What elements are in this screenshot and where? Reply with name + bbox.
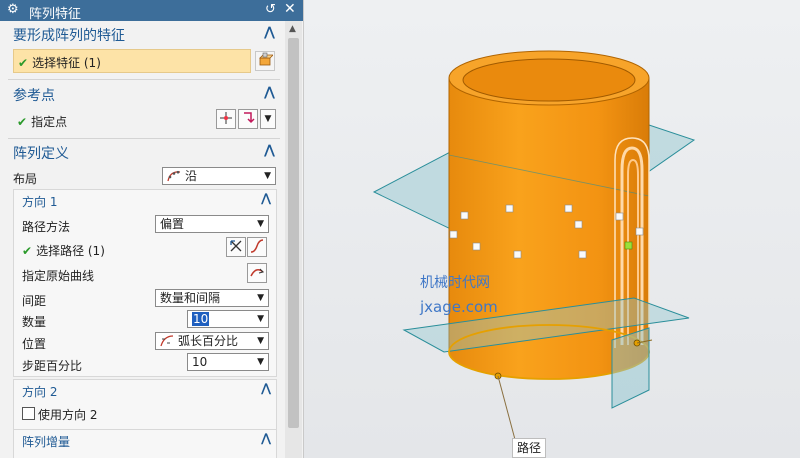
check-icon: ✔ [17, 115, 28, 129]
along-layout-icon [167, 170, 181, 182]
count-input[interactable]: 10 ▼ [187, 310, 269, 328]
collapse-increment-icon[interactable]: ⋀ [261, 431, 271, 445]
close-icon[interactable]: ✕ [284, 1, 296, 17]
select-path-label: 选择路径 (1) [36, 244, 105, 258]
pattern-feature-dialog: ⚙ 阵列特征 ↺ ✕ 要形成阵列的特征 ⋀ ✔ 选择特征 (1) 参考点 ⋀ ✔ 指… [0, 0, 304, 458]
chevron-down-icon: ▼ [257, 293, 264, 303]
position-value: 弧长百分比 [178, 334, 239, 348]
step-percent-input[interactable]: 10 ▼ [187, 353, 269, 371]
inferred-point-button[interactable] [238, 109, 258, 129]
reverse-direction-icon [230, 240, 242, 252]
instance-marker [635, 227, 644, 236]
chevron-down-icon: ▼ [257, 219, 264, 229]
layout-value: 沿 [185, 169, 198, 183]
step-percent-value: 10 [192, 355, 208, 369]
chevron-down-icon: ▼ [257, 357, 264, 367]
check-icon: ✔ [22, 244, 33, 258]
point-type-dropdown[interactable]: ▼ [260, 109, 276, 129]
instance-marker [578, 250, 587, 259]
point-icon [220, 112, 232, 124]
spacing-select[interactable]: 数量和间隔 ▼ [155, 289, 269, 307]
section-title-reference: 参考点 [13, 88, 55, 104]
count-label: 数量 [22, 315, 47, 329]
watermark-cn: 机械时代网 [420, 275, 490, 291]
reverse-path-button[interactable] [226, 237, 246, 257]
instance-marker [460, 211, 469, 220]
separator [8, 79, 280, 80]
instance-marker [472, 242, 481, 251]
chevron-down-icon: ▼ [257, 314, 264, 324]
path-method-label: 路径方法 [22, 220, 71, 234]
scroll-up-icon[interactable]: ▲ [289, 24, 296, 34]
collapse-direction2-icon[interactable]: ⋀ [261, 381, 271, 395]
spacing-value: 数量和间隔 [160, 291, 221, 305]
path-method-select[interactable]: 偏置 ▼ [155, 215, 269, 233]
instance-marker [505, 204, 514, 213]
direction2-title: 方向 2 [22, 385, 58, 399]
section-title-features: 要形成阵列的特征 [13, 28, 125, 44]
chevron-down-icon: ▼ [264, 171, 271, 181]
reset-icon[interactable]: ↺ [265, 2, 276, 17]
chevron-down-icon: ▼ [257, 336, 264, 346]
count-value: 10 [192, 312, 210, 326]
specify-curve-label: 指定原始曲线 [22, 269, 95, 283]
collapse-reference-icon[interactable]: ⋀ [264, 85, 275, 100]
scrollbar-thumb[interactable] [288, 38, 299, 428]
path-label-leader [497, 375, 518, 448]
collapse-features-icon[interactable]: ⋀ [264, 25, 275, 40]
collapse-pattern-definition-icon[interactable]: ⋀ [264, 143, 275, 158]
graphics-viewport[interactable]: 机械时代网 jxage.com 路径 [304, 0, 800, 458]
check-icon: ✔ [18, 56, 29, 70]
path-method-value: 偏置 [160, 217, 185, 231]
direction1-title: 方向 1 [22, 195, 58, 209]
spacing-label: 间距 [22, 294, 47, 308]
select-feature-label: 选择特征 (1) [32, 56, 101, 70]
instance-marker [449, 230, 458, 239]
instance-marker [513, 250, 522, 259]
layout-label: 布局 [13, 172, 38, 186]
inferred-point-icon [244, 112, 255, 124]
active-instance-marker [624, 241, 633, 250]
chevron-down-icon: ▼ [264, 114, 272, 124]
select-curve-button[interactable] [247, 237, 267, 257]
cylinder-inner-rim [462, 58, 636, 102]
dialog-body: 要形成阵列的特征 ⋀ ✔ 选择特征 (1) 参考点 ⋀ ✔ 指定点 ▼ 阵列定义… [0, 21, 284, 458]
instance-marker [564, 204, 573, 213]
dialog-title: 阵列特征 [29, 7, 82, 22]
increment-title: 阵列增量 [22, 435, 71, 449]
instance-marker [615, 212, 624, 221]
datum-plane-vertical[interactable] [611, 327, 650, 409]
feature-select-icon [259, 52, 274, 66]
section-title-pattern-definition: 阵列定义 [13, 146, 69, 162]
point-dialog-button[interactable] [216, 109, 236, 129]
arc-percent-icon [160, 335, 174, 347]
position-label: 位置 [22, 337, 47, 351]
original-curve-icon [250, 268, 264, 277]
dialog-titlebar: ⚙ 阵列特征 ↺ ✕ [0, 0, 303, 22]
step-percent-label: 步距百分比 [22, 359, 83, 373]
gear-icon[interactable]: ⚙ [7, 2, 19, 17]
path-label: 路径 [512, 438, 547, 458]
watermark-en: jxage.com [420, 298, 498, 316]
layout-select[interactable]: 沿 ▼ [162, 167, 276, 185]
select-feature-button[interactable] [255, 51, 275, 71]
collapse-direction1-icon[interactable]: ⋀ [261, 191, 271, 205]
specify-curve-button[interactable] [247, 263, 267, 283]
separator [8, 138, 280, 139]
instance-marker [574, 220, 583, 229]
use-direction2-label: 使用方向 2 [38, 408, 98, 422]
use-direction2-checkbox[interactable] [22, 407, 35, 420]
specify-point-label: 指定点 [31, 115, 68, 129]
model-view [372, 50, 696, 448]
select-feature-row[interactable]: ✔ 选择特征 (1) [13, 49, 251, 73]
dialog-scrollbar[interactable]: ▲ [285, 21, 302, 458]
curve-icon [250, 239, 264, 253]
position-select[interactable]: 弧长百分比 ▼ [155, 332, 269, 350]
